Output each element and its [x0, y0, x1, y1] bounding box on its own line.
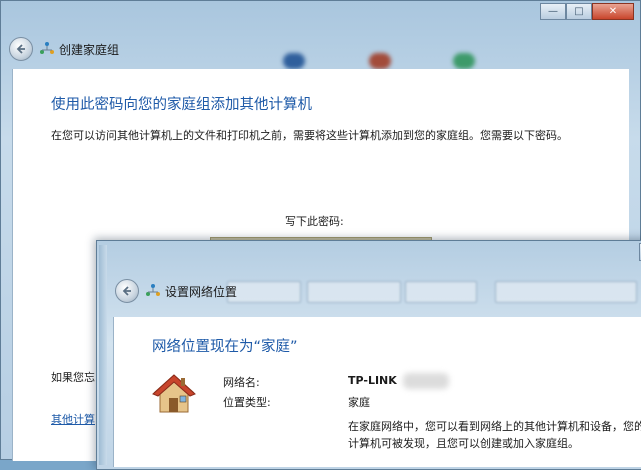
page-heading: 使用此密码向您的家庭组添加其他计算机: [51, 97, 312, 113]
window-title: 创建家庭组: [59, 42, 120, 57]
back-arrow-icon: [16, 44, 25, 54]
back-button[interactable]: [115, 279, 139, 303]
blurred-background-text: [11, 1, 221, 31]
blurred-address-segment: [307, 281, 401, 303]
blurred-icon: [369, 53, 391, 69]
navigation-bar: 设置网络位置: [115, 277, 237, 305]
page-heading: 网络位置现在为“家庭”: [152, 339, 298, 355]
location-type-label: 位置类型:: [223, 396, 271, 409]
redacted-network-suffix: [403, 373, 449, 389]
maximize-button[interactable]: □: [566, 3, 592, 20]
blurred-icon: [453, 53, 475, 69]
window-border: [99, 245, 107, 465]
blurred-search-box: [495, 281, 637, 303]
network-name-label: 网络名:: [223, 376, 260, 389]
blurred-address-segment: [405, 281, 477, 303]
network-name-value: TP-LINK: [348, 374, 397, 387]
blurred-address-segment: [227, 281, 301, 303]
password-label: 写下此密码:: [285, 215, 344, 228]
content-panel: 网络位置现在为“家庭” 网络名: TP-LINK 位置类型: 家庭 在家庭网络中…: [113, 317, 641, 467]
forgot-password-text: 如果您忘: [51, 371, 95, 384]
navigation-bar: 创建家庭组: [9, 34, 119, 64]
back-arrow-icon: [122, 286, 131, 296]
location-type-value: 家庭: [348, 396, 370, 409]
close-button[interactable]: ✕: [592, 3, 634, 20]
minimize-button[interactable]: —: [540, 3, 566, 20]
description-text: 在家庭网络中，您可以看到网络上的其他计算机和设备，您的计算机可被发现，且您可以创…: [348, 420, 641, 450]
other-computers-link[interactable]: 其他计算: [51, 411, 95, 427]
blurred-icon: [283, 53, 305, 69]
network-icon: [146, 284, 160, 296]
window-title: 设置网络位置: [165, 284, 238, 299]
network-location-window: 设置网络位置 网络位置现在为“家庭” 网络名: TP-LINK 位置类型: 家庭…: [96, 240, 641, 470]
homegroup-icon: [40, 42, 54, 54]
window-caption-buttons: — □ ✕: [540, 3, 634, 20]
house-icon: [152, 374, 196, 413]
description-text: 在您可以访问其他计算机上的文件和打印机之前，需要将这些计算机添加到您的家庭组。您…: [51, 129, 568, 142]
back-button[interactable]: [9, 37, 33, 61]
